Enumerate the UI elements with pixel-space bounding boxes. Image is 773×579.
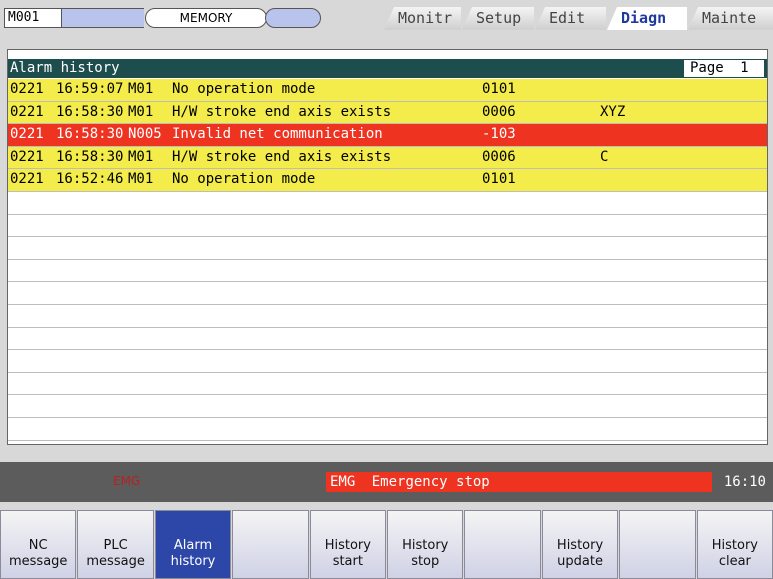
softkey-label-line1: Alarm [173,538,213,553]
top-bar: M001 MEMORY Monitr Setup Edit Diagn Main… [0,0,773,36]
empty-row [8,282,767,305]
alarm-tag: EMG [330,474,356,490]
status-indicator-box [62,8,144,28]
softkey-blank-7[interactable] [464,510,541,579]
empty-row [8,350,767,373]
empty-row [8,304,767,328]
alarm-code: 0006 [482,103,516,120]
system-id: M001 [4,8,62,28]
alarm-number: N005 [128,126,162,143]
softkey-blank-4[interactable] [232,510,309,579]
alarm-code: 0101 [482,171,516,188]
panel-title: Alarm history [10,60,120,76]
alarm-row[interactable]: 0221 16:58:30 N005 Invalid net communica… [8,124,767,147]
empty-row [8,214,767,238]
softkey-label-line2: start [332,554,363,569]
alarm-message: H/W stroke end axis exists [172,148,392,165]
softkey-label-line1: History [711,538,758,553]
alarm-axis: XYZ [600,103,626,120]
empty-row [8,372,767,396]
softkey-label-line1: History [324,538,371,553]
alarm-time: 16:58:30 [56,148,124,165]
empty-row [8,417,767,441]
alarm-date: 0221 [10,103,44,120]
softkey-label-line2: message [86,554,145,569]
operation-mode: MEMORY [145,8,267,28]
alarm-message: H/W stroke end axis exists [172,103,392,120]
tab-setup[interactable]: Setup [462,7,534,30]
softkey-label-line1: History [402,538,449,553]
alarm-time: 16:58:30 [56,103,124,120]
alarm-list: 0221 16:59:07 M01 No operation mode 0101… [8,79,767,441]
alarm-row[interactable]: 0221 16:52:46 M01 No operation mode 0101 [8,169,767,192]
page-label: Page [690,60,724,76]
tab-edit[interactable]: Edit [535,7,606,30]
softkey-bar: NC message PLC message Alarm history His… [0,510,773,579]
tab-monitr[interactable]: Monitr [384,7,461,30]
alarm-message: No operation mode [172,171,316,188]
softkey-label-line1: History [556,538,604,553]
softkey-nc-message[interactable]: NC message [0,510,77,579]
alarm-code: 0101 [482,81,516,97]
softkey-label-line2: history [170,554,216,569]
softkey-label-line1: PLC [103,538,128,553]
alarm-history-panel: Alarm history Page 1 0221 16:59:07 M01 N… [7,49,768,445]
alarm-date: 0221 [10,148,44,165]
softkey-alarm-history[interactable]: Alarm history [154,510,232,579]
empty-row [8,327,767,351]
alarm-date: 0221 [10,126,44,143]
empty-row [8,395,767,418]
softkey-label-line2: message [8,554,68,569]
alarm-date: 0221 [10,171,44,188]
tab-diagn[interactable]: Diagn [607,7,687,30]
alarm-number: M01 [128,171,154,188]
emg-indicator: EMG [113,474,141,488]
softkey-history-update[interactable]: History update [541,510,619,579]
alarm-code: -103 [482,126,516,143]
softkey-history-stop[interactable]: History stop [387,510,464,579]
alarm-message: Invalid net communication [172,126,383,143]
alarm-date: 0221 [10,81,44,97]
alarm-number: M01 [128,103,154,120]
softkey-label-line2: clear [718,554,751,569]
alarm-time: 16:58:30 [56,126,124,143]
alarm-row[interactable]: 0221 16:59:07 M01 No operation mode 0101 [8,79,767,102]
alarm-message-bar: EMG Emergency stop [326,472,712,492]
alarm-code: 0006 [482,148,516,165]
clock: 16:10 [712,472,770,492]
alarm-axis: C [600,148,609,165]
tab-mainte[interactable]: Mainte [688,7,773,30]
softkey-label-line1: NC [28,538,48,553]
softkey-blank-9[interactable] [619,510,696,579]
softkey-label-line2: update [557,554,603,569]
empty-row [8,191,767,215]
alarm-time: 16:59:07 [56,81,124,97]
softkey-label-line2: stop [411,554,440,569]
alarm-message: No operation mode [172,81,316,97]
alarm-row[interactable]: 0221 16:58:30 M01 H/W stroke end axis ex… [8,146,767,170]
softkey-history-start[interactable]: History start [309,510,387,579]
panel-title-bar: Alarm history Page 1 [8,59,767,78]
alarm-number: M01 [128,81,154,97]
empty-row [8,259,767,283]
alarm-row[interactable]: 0221 16:58:30 M01 H/W stroke end axis ex… [8,101,767,125]
status-bar: EMG EMG Emergency stop 16:10 [0,462,773,502]
alarm-number: M01 [128,148,154,165]
page-indicator: Page 1 [684,60,764,77]
alarm-status-text: Emergency stop [371,474,490,490]
alarm-time: 16:52:46 [56,171,124,188]
mode-indicator-pill [265,8,321,28]
softkey-history-clear[interactable]: History clear [696,510,773,579]
softkey-plc-message[interactable]: PLC message [77,510,154,579]
page-number: 1 [740,60,749,76]
empty-row [8,237,767,260]
